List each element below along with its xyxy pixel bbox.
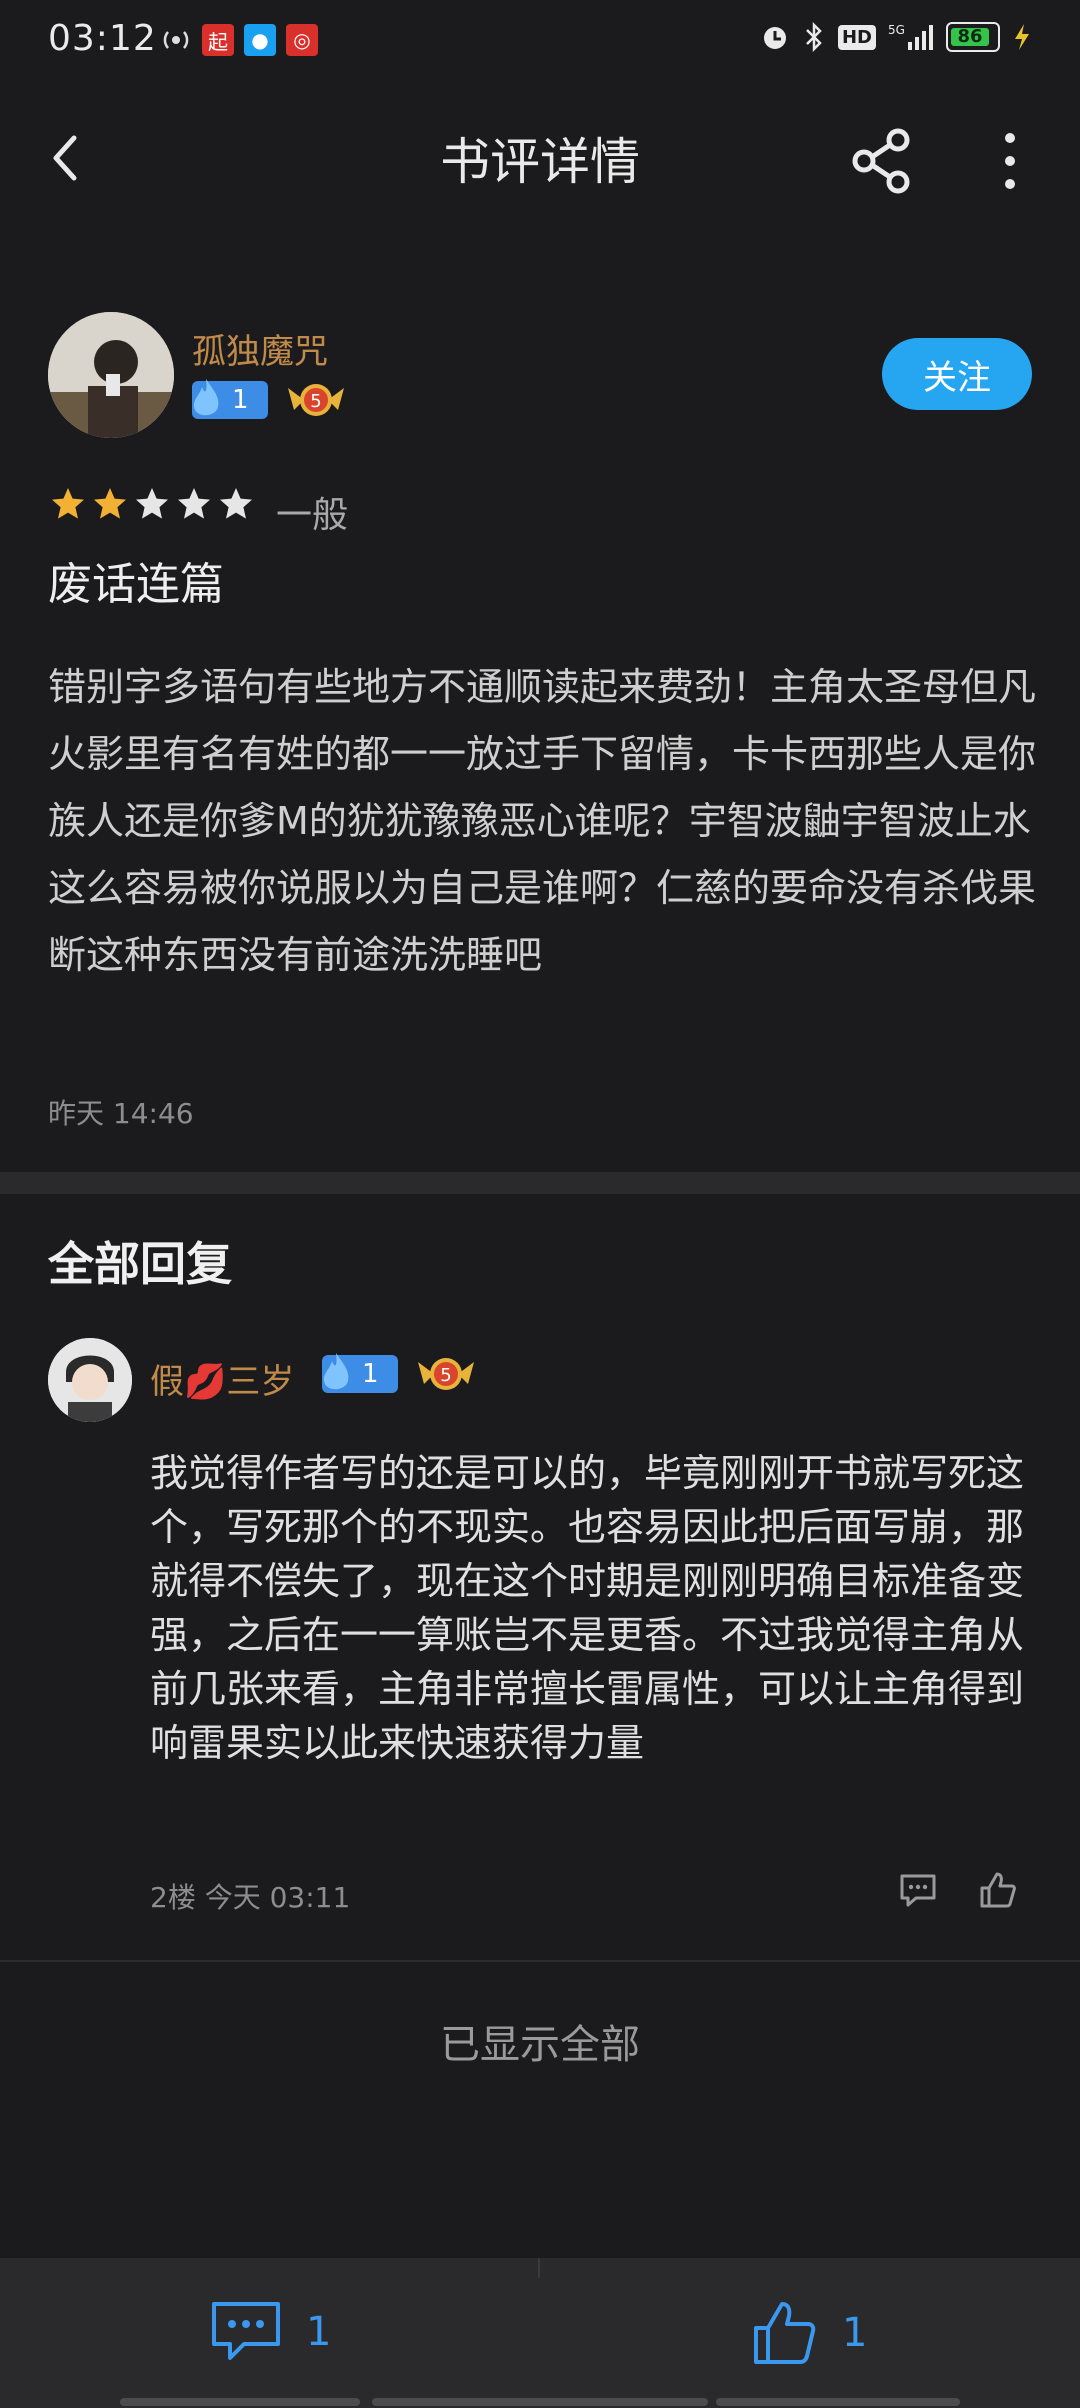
reply-meta: 2楼 今天 03:11: [150, 1881, 351, 1914]
battery-icon: 86: [946, 22, 1000, 52]
hotspot-icon: [163, 31, 189, 49]
reply-comment-icon[interactable]: [898, 1870, 938, 1910]
author-badges: 1 5: [192, 378, 346, 422]
hd-icon: HD: [837, 24, 876, 50]
like-icon: [754, 2302, 816, 2364]
fire-level: 1: [362, 1359, 379, 1389]
share-icon[interactable]: [848, 126, 918, 196]
alarm-icon: [763, 27, 786, 49]
reply-author-name[interactable]: 假💋三岁: [150, 1354, 294, 1403]
reply-divider: [0, 1960, 1080, 1962]
comment-button[interactable]: 1: [210, 2300, 331, 2364]
comment-icon: [212, 2302, 280, 2360]
status-left-icons: 起 ● ◎: [160, 24, 318, 56]
follow-button[interactable]: 关注: [882, 338, 1032, 410]
qidian-app-icon: 起: [202, 24, 234, 56]
medal-level: 5: [440, 1365, 451, 1386]
reply-body: 我觉得作者写的还是可以的，毕竟刚刚开书就写死这个，写死那个的不现实。也容易因此把…: [150, 1451, 1025, 1765]
review-body: 错别字多语句有些地方不通顺读起来费劲！主角太圣母但凡火影里有名有姓的都一一放过手…: [48, 665, 1037, 977]
flame-icon: [193, 379, 219, 416]
star-filled-icon: [94, 488, 126, 519]
star-filled-icon: [52, 488, 84, 519]
5g-signal-icon: 5G: [888, 23, 933, 50]
page-title: 书评详情: [440, 133, 640, 191]
author-name[interactable]: 孤独魔咒: [192, 324, 328, 373]
replies-section-title: 全部回复: [48, 1237, 232, 1291]
section-divider: [0, 1172, 1080, 1194]
svg-text:5G: 5G: [888, 23, 905, 37]
bottom-action-bar: [0, 2258, 1080, 2408]
charging-icon: [1015, 24, 1029, 50]
nav-handle-right: [716, 2398, 960, 2406]
fire-level: 1: [232, 385, 249, 415]
status-bar: 03:12 起 ● ◎ HD 5G 86: [0, 0, 1080, 80]
status-right-icons: HD 5G 86: [760, 22, 1032, 52]
author-avatar[interactable]: [48, 312, 174, 438]
rating-stars: [50, 486, 254, 522]
reply-avatar-image: [48, 1338, 132, 1422]
author-avatar-image: [48, 312, 174, 438]
more-options-icon[interactable]: [990, 126, 1030, 196]
fire-level-badge: 1: [192, 379, 268, 419]
medal-icon: 5: [418, 1358, 474, 1390]
star-empty-icon: [136, 488, 168, 519]
like-count: 1: [842, 2310, 868, 2356]
reply-badges: 1 5: [322, 1352, 476, 1396]
status-time: 03:12: [48, 18, 157, 59]
netease-music-icon: ◎: [286, 24, 318, 56]
reply-like-icon[interactable]: [978, 1870, 1018, 1910]
flame-icon: [323, 1353, 349, 1390]
bluetooth-icon: [806, 22, 822, 52]
nav-handle-left: [120, 2398, 360, 2406]
review-time: 昨天 14:46: [48, 1097, 194, 1130]
reply-avatar[interactable]: [48, 1338, 132, 1422]
medal-level: 5: [310, 391, 321, 412]
rating-label: 一般: [276, 495, 349, 536]
review-title: 废话连篇: [48, 559, 224, 610]
nav-handle-center: [372, 2398, 708, 2406]
comment-count: 1: [306, 2309, 332, 2355]
battery-level: 86: [951, 28, 989, 46]
like-button[interactable]: 1: [752, 2300, 867, 2366]
medal-icon: 5: [288, 384, 344, 416]
shown-all-label: 已显示全部: [440, 2022, 640, 2068]
qq-icon: ●: [244, 24, 276, 56]
fire-level-badge: 1: [322, 1353, 398, 1393]
star-empty-icon: [178, 488, 210, 519]
star-empty-icon: [220, 488, 252, 519]
bottom-bar-separator: [538, 2258, 540, 2278]
